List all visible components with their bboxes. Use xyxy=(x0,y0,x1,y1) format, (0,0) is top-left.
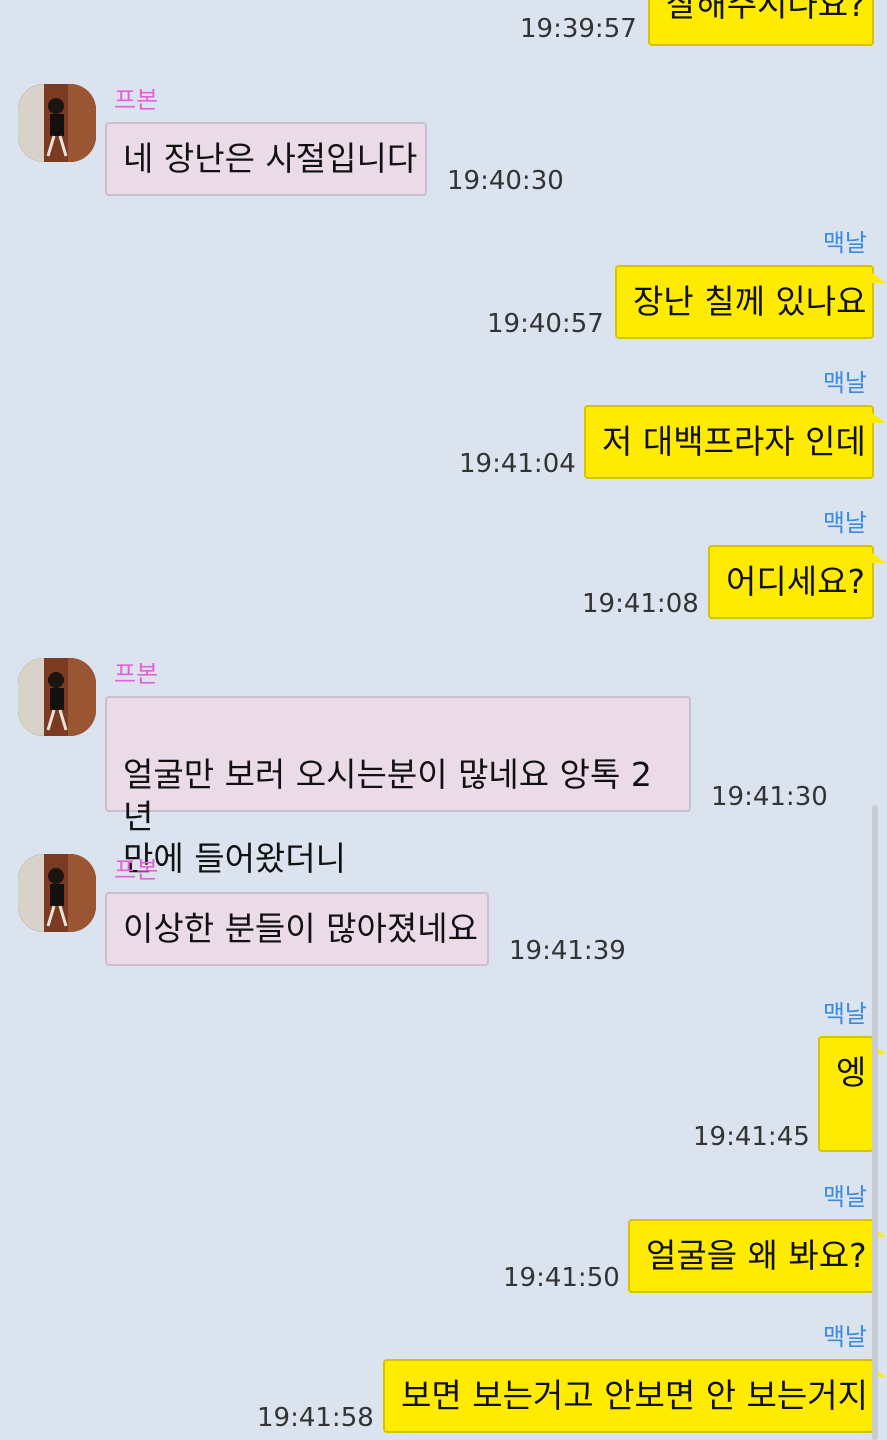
my-name: 맥날 xyxy=(822,1323,867,1351)
outgoing-message-bubble[interactable]: 저 대백프라자 인데 xyxy=(584,405,886,479)
contact-name: 프본 xyxy=(114,856,159,884)
outgoing-message-bubble[interactable]: 장난 칠께 있나요 xyxy=(615,265,886,339)
chat-view[interactable]: 잘해주시나요? 19:39:57 프본 네 장난은 사절입니다 19:40:30… xyxy=(0,0,887,1440)
message-text: 이상한 분들이 많아졌네요 xyxy=(123,909,478,948)
profile-photo-icon xyxy=(18,854,96,932)
message-time: 19:39:57 xyxy=(520,14,637,44)
message-time: 19:40:57 xyxy=(487,309,604,339)
outgoing-message-bubble[interactable]: 잘해주시나요? xyxy=(648,0,874,46)
incoming-message-bubble[interactable]: 네 장난은 사절입니다 xyxy=(105,122,427,196)
message-text: 저 대백프라자 인데 xyxy=(602,422,866,461)
message-time: 19:40:30 xyxy=(447,166,564,196)
message-text: 엥 xyxy=(836,1053,867,1092)
message-text: 보면 보는거고 안보면 안 보는거지 xyxy=(401,1376,868,1415)
profile-photo-icon xyxy=(18,658,96,736)
message-text: 네 장난은 사절입니다 xyxy=(123,139,418,178)
contact-name: 프본 xyxy=(114,660,159,688)
message-text: 잘해주시나요? xyxy=(666,0,866,24)
message-time: 19:41:58 xyxy=(257,1403,374,1433)
outgoing-message-bubble[interactable]: 얼굴을 왜 봐요? xyxy=(628,1219,886,1293)
contact-avatar[interactable] xyxy=(18,84,96,162)
contact-avatar[interactable] xyxy=(18,658,96,736)
message-time: 19:41:04 xyxy=(459,449,576,479)
message-time: 19:41:08 xyxy=(582,589,699,619)
my-name: 맥날 xyxy=(822,1183,867,1211)
my-name: 맥날 xyxy=(822,369,867,397)
message-time: 19:41:50 xyxy=(503,1263,620,1293)
message-time: 19:41:39 xyxy=(509,936,626,966)
incoming-message-bubble[interactable]: 이상한 분들이 많아졌네요 xyxy=(105,892,489,966)
contact-avatar[interactable] xyxy=(18,854,96,932)
message-text: 얼굴만 보러 오시는분이 많네요 앙톡 2년 만에 들어왔더니 xyxy=(123,755,652,878)
message-time: 19:41:30 xyxy=(711,782,828,812)
message-text: 얼굴을 왜 봐요? xyxy=(646,1236,867,1275)
message-text: 장난 칠께 있나요 xyxy=(633,282,867,321)
profile-photo-icon xyxy=(18,84,96,162)
incoming-message-bubble[interactable]: 얼굴만 보러 오시는분이 많네요 앙톡 2년 만에 들어왔더니 xyxy=(105,696,691,878)
outgoing-message-bubble[interactable]: 어디세요? xyxy=(708,545,886,619)
message-time: 19:41:45 xyxy=(693,1122,810,1152)
outgoing-message-bubble[interactable]: 보면 보는거고 안보면 안 보는거지 xyxy=(383,1359,886,1433)
scrollbar[interactable] xyxy=(872,805,878,1440)
my-name: 맥날 xyxy=(822,509,867,537)
message-text: 어디세요? xyxy=(726,562,865,601)
my-name: 맥날 xyxy=(822,229,867,257)
my-name: 맥날 xyxy=(822,1000,867,1028)
outgoing-message-bubble[interactable]: 엥 xyxy=(818,1036,886,1152)
contact-name: 프본 xyxy=(114,86,159,114)
